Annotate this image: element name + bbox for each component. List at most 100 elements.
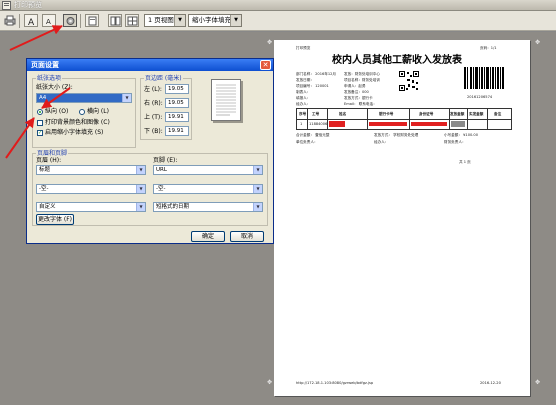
- margin-right-label: 右 (R):: [144, 100, 163, 107]
- two-page-icon[interactable]: [108, 14, 122, 27]
- app-icon: [2, 1, 11, 10]
- table-cell: 11884006: [309, 122, 328, 126]
- margin-right-input[interactable]: 19.05: [165, 98, 189, 108]
- footer-label: 页脚 (E):: [153, 157, 178, 164]
- redaction-mark: [411, 122, 447, 126]
- info-label: 部门名称：: [296, 72, 314, 76]
- summary-label: 经办人：: [374, 140, 389, 144]
- paper-options-title: 纸张选项: [36, 75, 63, 82]
- footer-center-select[interactable]: -空- ▼: [153, 184, 263, 194]
- portrait-label: 纵向 (O): [45, 108, 69, 115]
- info-label: 制表人：: [296, 90, 311, 94]
- preview-page: 打印预览 页码：1/1 校内人员其他工薪收入发放表 部门名称： 2016年12月…: [274, 40, 530, 396]
- margin-handle-top-left[interactable]: ✥: [267, 40, 272, 46]
- margin-bottom-input[interactable]: 19.91: [165, 126, 189, 136]
- margin-handle-bottom-left[interactable]: ✥: [267, 380, 272, 386]
- preview-header-right: 页码：1/1: [480, 46, 497, 50]
- view-mode-value: 1 页视图: [148, 16, 174, 24]
- header-center-value: -空-: [39, 186, 49, 192]
- print-icon[interactable]: [3, 14, 17, 27]
- info-label: 填报人：: [296, 96, 311, 100]
- info-label: 项目编号：: [296, 84, 314, 88]
- text-size-a-icon[interactable]: A: [24, 14, 38, 27]
- info-label: Email：: [344, 102, 358, 106]
- summary-value: 壹佰元整: [315, 133, 330, 137]
- table-header-cell: 身份证号: [419, 112, 434, 116]
- chevron-down-icon[interactable]: ▼: [136, 166, 145, 174]
- summary-label: 合计金额：: [296, 133, 314, 137]
- chevron-down-icon[interactable]: ▼: [230, 15, 241, 26]
- footer-left-select[interactable]: URL ▼: [153, 165, 263, 175]
- landscape-radio[interactable]: [79, 109, 85, 115]
- summary-label: 单位负责人：: [296, 140, 318, 144]
- print-background-label: 打印背景颜色和图像 (C): [45, 119, 110, 126]
- margins-title: 页边距 (毫米): [144, 75, 183, 82]
- margin-top-input[interactable]: 19.91: [165, 112, 189, 122]
- info-value: 发放备注：000: [344, 90, 369, 94]
- zoom-mode-select[interactable]: 缩小字体填充 ▼: [188, 14, 242, 27]
- toolbar: A A 1 页视图 ▼ 缩小字体填充 ▼: [0, 11, 556, 31]
- margin-left-input[interactable]: 19.05: [165, 84, 189, 94]
- footer-right-value: 短格式的日期: [156, 204, 190, 210]
- view-mode-select[interactable]: 1 页视图 ▼: [144, 14, 186, 27]
- chevron-down-icon[interactable]: ▼: [253, 185, 262, 193]
- cancel-button[interactable]: 取消: [230, 231, 264, 242]
- document-title: 校内人员其他工薪收入发放表: [332, 55, 462, 66]
- margin-bottom-label: 下 (B):: [144, 128, 163, 135]
- margin-left-label: 左 (L):: [144, 86, 162, 93]
- info-label: 发放日期：: [296, 78, 314, 82]
- header-left-select[interactable]: 标题 ▼: [36, 165, 146, 175]
- page-setup-dialog: 页面设置 ✕ 纸张选项 纸张大小 (Z): A4 ▼ 纵向 (O) 横向 (L)…: [26, 58, 274, 244]
- dialog-title-bar[interactable]: 页面设置 ✕: [27, 59, 273, 71]
- ok-button[interactable]: 确定: [191, 231, 225, 242]
- preview-header-left: 打印预览: [296, 46, 311, 50]
- text-size-a-small-icon[interactable]: A: [42, 14, 56, 27]
- margin-handle-top-right[interactable]: ✥: [535, 40, 540, 46]
- page-setup-gear-icon[interactable]: [63, 14, 77, 27]
- redaction-mark: [329, 121, 345, 127]
- portrait-radio[interactable]: [37, 109, 43, 115]
- shrink-to-fit-checkbox[interactable]: ✓: [37, 130, 43, 136]
- paper-size-label: 纸张大小 (Z):: [36, 84, 73, 91]
- info-value: 发放方式：银行卡: [344, 96, 373, 100]
- chevron-down-icon[interactable]: ▼: [122, 94, 131, 102]
- chevron-down-icon[interactable]: ▼: [253, 203, 262, 211]
- summary-label: 小写金额：: [444, 133, 462, 137]
- table-header-cell: 实发金额: [469, 112, 484, 116]
- chevron-down-icon[interactable]: ▼: [174, 15, 185, 26]
- svg-text:A: A: [28, 18, 35, 26]
- landscape-label: 横向 (L): [87, 108, 109, 115]
- page-layout-thumbnail: [211, 79, 241, 121]
- print-background-checkbox[interactable]: [37, 120, 43, 126]
- margin-handle-bottom-right[interactable]: ✥: [535, 380, 540, 386]
- chevron-down-icon[interactable]: ▼: [136, 185, 145, 193]
- info-value: 120001: [315, 84, 329, 88]
- summary-label: 发放方式：: [374, 133, 392, 137]
- paper-size-select[interactable]: A4 ▼: [36, 93, 132, 103]
- header-label: 页眉 (H):: [36, 157, 62, 164]
- zoom-mode-value: 缩小字体填充: [192, 16, 231, 24]
- header-left-value: 标题: [39, 167, 51, 173]
- footer-date: 2016-12-20: [480, 381, 501, 385]
- table-header-cell: 银行卡号: [379, 112, 394, 116]
- single-page-icon[interactable]: [85, 14, 99, 27]
- change-font-button[interactable]: 更改字体 (F): [36, 214, 74, 225]
- summary-value: 学校财务处处理: [393, 133, 419, 137]
- barcode-caption: 20161206574: [467, 95, 493, 99]
- shrink-to-fit-label: 启用缩小字体填充 (S): [45, 129, 104, 136]
- table-header-cell: 备注: [494, 112, 502, 116]
- footer-right-select[interactable]: 短格式的日期 ▼: [153, 202, 263, 212]
- paper-size-value: A4: [39, 95, 47, 101]
- info-value: 发放：财务处培训中心: [344, 72, 380, 76]
- close-icon[interactable]: ✕: [260, 60, 271, 70]
- header-center-select[interactable]: -空- ▼: [36, 184, 146, 194]
- window-title: 打印预览: [14, 1, 42, 9]
- info-label: 经办人：: [296, 102, 311, 106]
- chevron-down-icon[interactable]: ▼: [253, 166, 262, 174]
- multi-page-icon[interactable]: [125, 14, 139, 27]
- table-header-cell: 序号: [299, 112, 307, 116]
- info-value: 项目名称：财务处培训: [344, 78, 380, 82]
- footer-left-value: URL: [156, 167, 167, 173]
- header-right-select[interactable]: 自定义 ▼: [36, 202, 146, 212]
- chevron-down-icon[interactable]: ▼: [136, 203, 145, 211]
